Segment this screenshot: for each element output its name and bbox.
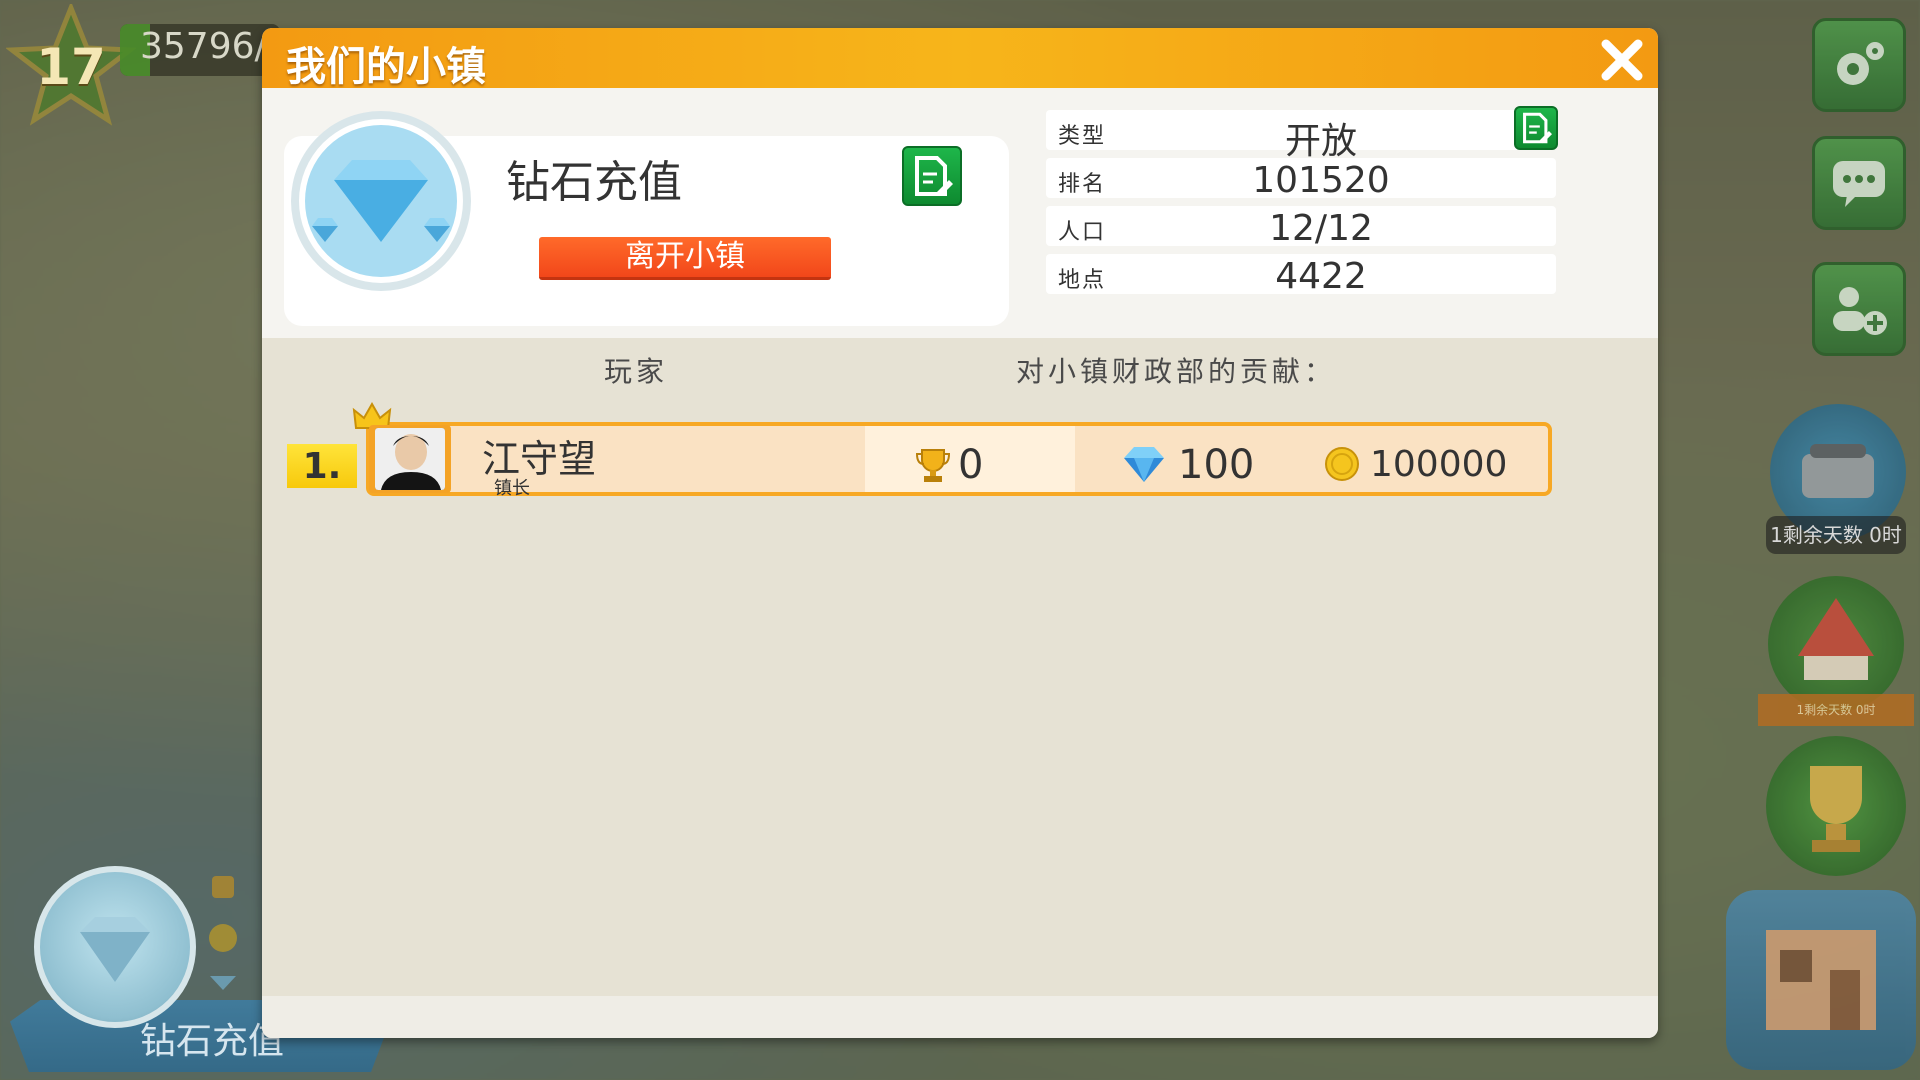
member-avatar[interactable] [369,425,451,493]
trophy-button[interactable] [1766,736,1906,876]
chat-button[interactable] [1812,136,1906,230]
info-label: 人口 [1058,220,1107,245]
info-label: 排名 [1058,172,1107,197]
info-row-population: 人口 12/12 [1046,206,1556,249]
info-row-location: 地点 4422 [1046,254,1556,297]
edit-document-icon [915,156,953,196]
dialog-header: 我们的小镇 [262,28,1658,90]
member-diamonds: 100 [1178,442,1255,488]
shop-button[interactable] [1726,890,1916,1070]
column-header-contribution: 对小镇财政部的贡献： [1016,355,1337,388]
dialog-footer [262,996,1658,1038]
diamond-icon [80,917,150,982]
player-level: 17 [36,38,106,96]
dialog-title: 我们的小镇 [286,44,486,90]
circus-timer-label: 1剩余天数 0时 [1758,694,1914,726]
diamond-icon [1124,447,1164,482]
circus-event-button[interactable] [1768,576,1904,712]
member-role: 镇长 [494,478,530,499]
info-label: 地点 [1058,268,1107,293]
info-row-rank: 排名 101520 [1046,158,1556,201]
gear-icon [1837,42,1884,85]
edit-document-icon [1523,112,1552,144]
member-trophies: 0 [958,442,984,488]
chat-bubble-icon [1833,161,1885,207]
town-badge-button[interactable] [34,866,196,1028]
info-value: 4422 [1275,256,1367,297]
edit-town-button[interactable] [902,146,962,206]
town-dialog: 我们的小镇 钻石充值 离开小镇 类型 开放 排名 101520 人口 12/12… [262,28,1658,1038]
info-value: 12/12 [1269,208,1373,249]
column-header-player: 玩家 [604,355,669,388]
info-value: 101520 [1252,160,1390,201]
add-friend-button[interactable] [1812,262,1906,356]
close-button[interactable] [1596,34,1648,86]
store-building-icon [1766,930,1876,1030]
leave-town-button[interactable]: 离开小镇 [539,237,831,280]
rank-badge: 1. [287,444,357,488]
info-label: 类型 [1058,124,1107,149]
close-icon [1601,39,1643,81]
event-timer-label: 1剩余天数 0时 [1766,516,1906,554]
side-stats-icons [209,876,237,990]
info-value: 开放 [1284,121,1357,162]
avatar-photo [375,428,445,490]
user-photo-icon [375,428,445,490]
settings-button[interactable] [1812,18,1906,112]
trophy-icon [1810,766,1862,852]
add-friend-icon [1833,287,1887,335]
xp-text: 35796/ [140,26,267,67]
circus-tent-icon [1798,598,1874,680]
trophy-icon [916,449,950,482]
coin-icon [1325,447,1359,481]
member-coins: 100000 [1370,444,1508,485]
town-emblem-icon [291,111,471,291]
town-name: 钻石充值 [506,157,682,208]
edit-type-button[interactable] [1514,106,1558,150]
info-row-type: 类型 开放 [1046,110,1556,162]
